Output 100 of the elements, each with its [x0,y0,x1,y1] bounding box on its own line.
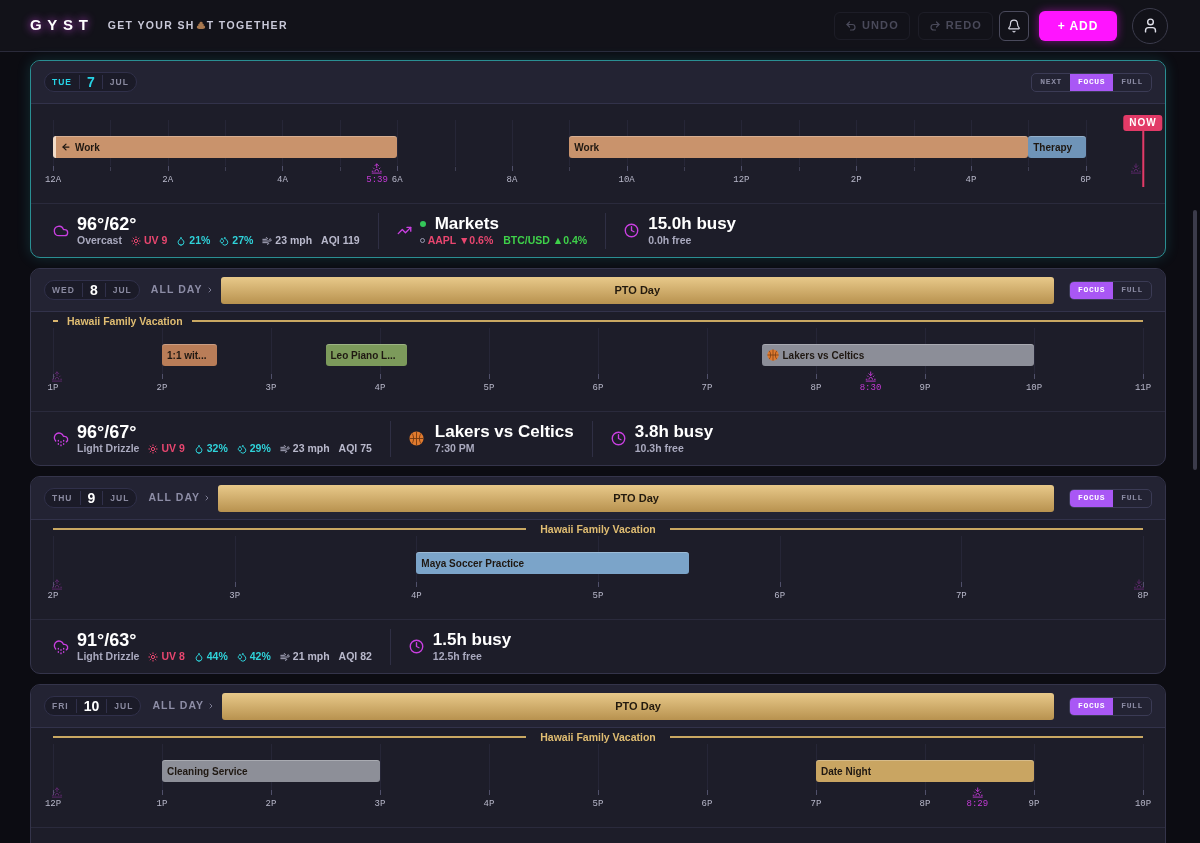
vacation-label: Hawaii Family Vacation [540,522,656,536]
sun-time-label: 5:39 [366,175,388,185]
temperature-text: 96°/62° [77,214,138,234]
hour-label: 10P [1025,383,1043,393]
hour-label: 4P [410,591,422,601]
event-bar[interactable]: Work [569,136,1029,158]
precipitation-text: 32% [206,442,228,455]
humidity-text: 42% [249,650,271,663]
wind-speed-text: 23 mph [292,442,330,455]
uv-index-text: UV 8 [161,650,185,663]
all-day-button[interactable]: ALL DAY [148,490,212,506]
day-number: 7 [87,74,95,90]
free-hours-text: 10.3h free [634,442,685,455]
basketball-icon [408,431,424,446]
all-day-button[interactable]: ALL DAY [150,282,214,298]
event-bar[interactable]: Date Night [816,760,1034,782]
hour-label: 12P [733,175,750,185]
hour-label: 7P [810,799,822,809]
notifications-button[interactable] [999,10,1029,41]
vacation-label: Hawaii Family Vacation [67,314,183,328]
view-mode-tab[interactable]: NEXT [1032,73,1070,91]
air-quality-text: AQI 75 [338,442,372,455]
event-bar[interactable]: Work [53,136,398,158]
view-mode-tab[interactable]: FULL [1113,73,1151,91]
month-label: JUL [110,491,130,505]
event-bar[interactable]: 1:1 wit... [162,344,217,366]
scrollbar-thumb[interactable] [1193,210,1197,470]
hour-label: 4P [374,383,386,393]
all-day-event-bar[interactable]: PTO Day [218,484,1054,512]
precipitation-text: 21% [189,234,211,247]
hour-label: 6P [774,591,786,601]
humidity-text: 27% [232,234,254,247]
event-bar[interactable]: Maya Soccer Practice [416,552,689,574]
sun-icon [148,651,159,662]
view-mode-tab[interactable]: FOCUS [1070,489,1114,507]
weekday-label: THU [52,491,73,505]
hour-label: 8P [810,383,822,393]
tagline-text: GET YOUR SH [107,17,195,33]
hour-label: 1P [156,799,168,809]
all-day-button[interactable]: ALL DAY [152,698,216,714]
hour-label: 3P [374,799,386,809]
event-bar[interactable]: Leo Piano L... [325,344,408,366]
now-line [1142,131,1144,187]
ticker-text: AAPL ▼0.6% [427,234,494,247]
free-hours-text: 12.5h free [432,650,483,663]
hour-label: 11P [1134,383,1152,393]
hour-label: 2A [162,175,174,185]
all-day-event-bar[interactable]: PTO Day [220,276,1054,304]
add-button[interactable]: + ADD [1039,10,1117,41]
hour-label: 12A [44,175,62,185]
hour-label: 8A [506,175,518,185]
event-bar[interactable]: Lakers vs Celtics [761,344,1034,366]
hour-label: 5P [592,591,604,601]
event-title: Lakers vs Celtics [434,422,574,442]
hour-label: 8P [1137,591,1149,601]
clock-icon [408,639,424,654]
uv-index-text: UV 9 [161,442,185,455]
view-mode-tab[interactable]: FULL [1113,489,1151,507]
sun-time-label: 8:29 [966,799,989,809]
hour-label: 2P [850,175,862,185]
busy-hours-text: 3.8h busy [634,422,714,442]
view-mode-tab[interactable]: FULL [1113,281,1151,299]
weather-condition-text: Light Drizzle [77,442,140,455]
hour-label: 6A [391,175,403,185]
markets-title: Markets [434,214,499,234]
hour-label: 1P [47,383,59,393]
event-bar[interactable]: Therapy [1028,136,1086,158]
view-mode-tab[interactable]: FULL [1113,697,1151,715]
weather-condition-text: Light Drizzle [77,650,140,663]
hour-label: 2P [47,591,59,601]
weather-condition-text: Overcast [77,234,122,247]
wind-speed-text: 23 mph [275,234,313,247]
month-label: JUL [112,283,132,297]
tagline-text: T TOGETHER [206,17,288,33]
weekday-label: FRI [52,699,69,713]
event-time: 7:30 PM [434,442,476,455]
hour-label: 5P [592,799,604,809]
day-number: 10 [83,698,100,714]
busy-hours-text: 15.0h busy [648,214,737,234]
bell-icon [1007,18,1021,33]
ticker-text: BTC/USD ▲0.4% [503,234,588,247]
humidity-text: 29% [249,442,271,455]
weekday-label: TUE [52,75,73,89]
day-number: 8 [89,282,98,298]
event-bar[interactable]: Cleaning Service [162,760,380,782]
droplet-icon [176,235,187,246]
temperature-text: 91°/63° [77,630,138,650]
hour-label: 5P [483,383,495,393]
all-day-event-bar[interactable]: PTO Day [222,692,1054,720]
droplet-icon [193,443,204,454]
air-quality-text: AQI 119 [321,234,360,247]
app-logo[interactable]: GYST [30,14,94,37]
hour-label: 4A [277,175,288,185]
hour-label: 6P [701,799,713,809]
view-mode-tab[interactable]: FOCUS [1070,73,1114,91]
view-mode-tab[interactable]: FOCUS [1070,281,1114,299]
view-mode-tab[interactable]: FOCUS [1070,697,1114,715]
wind-icon [279,443,290,454]
sun-icon [130,235,141,246]
basketball-icon [766,349,779,361]
